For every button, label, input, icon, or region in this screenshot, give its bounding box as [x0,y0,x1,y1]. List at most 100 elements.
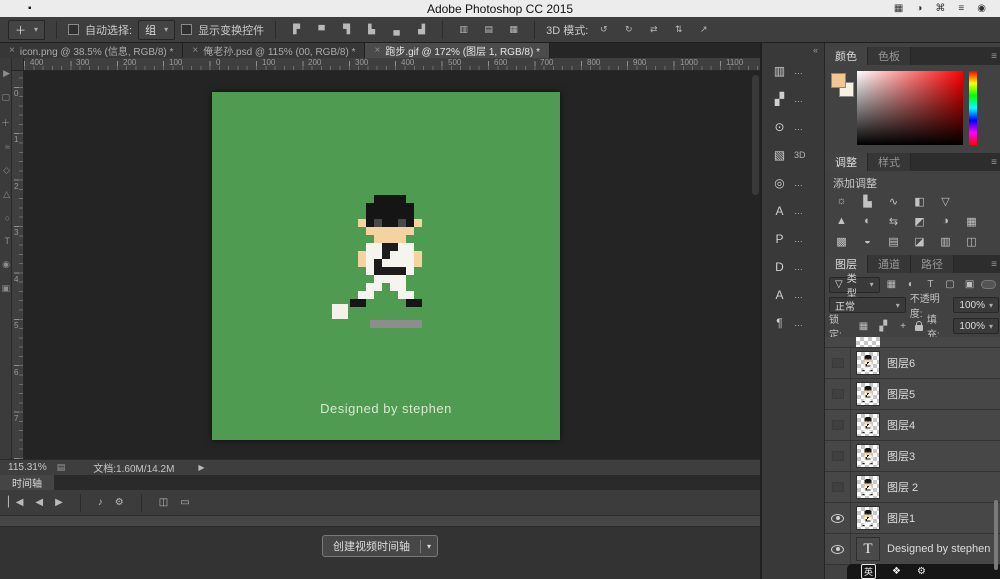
dock-panel-button-clone-source[interactable]: ⊙… [762,113,824,141]
dock-panel-button-d[interactable]: D… [762,253,824,281]
levels-icon[interactable]: ▙ [859,193,876,209]
layer-thumbnail[interactable] [856,413,880,437]
dock-panel-button-paragraph-styles[interactable]: ¶… [762,309,824,337]
tab-channels[interactable]: 通道 [868,255,911,273]
tool-icon[interactable]: T [5,236,11,246]
brightness-contrast-icon[interactable]: ☼ [833,193,850,209]
hue-slider[interactable] [969,71,977,145]
layer-thumbnail[interactable] [856,351,880,375]
layer-name[interactable]: 图层4 [887,417,915,433]
layer-row[interactable]: 图层4 [825,410,1000,441]
adjustment-icon[interactable]: ▽ [937,193,954,209]
3d-slide-icon[interactable]: ⇅ [669,21,688,38]
toolbar-strip-clipped[interactable]: ▶ ▢ ＋ ≈ ◇ △ ○ T ◉ ▣ [0,58,12,459]
lock-image-pixels-icon[interactable]: ▞ [875,319,891,334]
tool-icon[interactable]: △ [3,189,10,200]
canvas-scrollbar[interactable] [752,75,759,195]
menubar-extra-icon[interactable]: ▦ [894,3,903,14]
menubar-extra-icon[interactable]: ◑ [916,3,922,14]
show-transform-checkbox[interactable] [181,24,192,35]
distribute-center-button[interactable]: ▤ [479,21,498,38]
filter-toggle-switch[interactable] [981,280,996,289]
ruler-corner[interactable] [12,58,24,71]
dock-panel-button-character-styles[interactable]: A… [762,281,824,309]
layer-name[interactable]: 图层3 [887,448,915,464]
timeline-tab[interactable]: 时间轴 [0,475,54,490]
lock-position-icon[interactable]: + [895,319,911,334]
align-top-button[interactable]: ▙ [362,21,381,38]
panel-menu-icon[interactable]: ≡ [991,47,997,65]
transition-icon[interactable]: ▭ [180,497,189,508]
visibility-toggle[interactable] [825,472,851,502]
distribute-right-button[interactable]: ▦ [504,21,523,38]
lock-transparent-pixels-icon[interactable]: ▦ [856,319,872,334]
3d-scale-icon[interactable]: ↗ [694,21,713,38]
exposure-icon[interactable]: ◧ [911,193,928,209]
3d-drag-icon[interactable]: ⇄ [644,21,663,38]
photo-filter-icon[interactable]: ◑ [937,213,954,229]
posterize-icon[interactable]: ▤ [885,233,902,249]
align-middle-v-button[interactable]: ▄ [387,21,406,38]
auto-select-checkbox[interactable] [68,24,79,35]
tool-icon[interactable]: ≈ [5,142,10,152]
previous-frame-icon[interactable]: ◀ [35,497,43,508]
tool-icon[interactable]: ▢ [1,92,10,103]
document-tab[interactable]: × 俺老孙.psd @ 115% (00, RGB/8) * [183,43,365,58]
layer-name[interactable]: Designed by stephen [887,543,990,555]
zoom-level[interactable]: 115.31% [8,462,47,473]
tool-icon[interactable]: ＋ [1,116,10,129]
tab-swatches[interactable]: 色板 [868,47,911,65]
timeline-settings-gear-icon[interactable]: ⚙ [115,497,124,508]
create-video-timeline-button[interactable]: 创建视频时间轴 ▾ [322,535,438,557]
visibility-toggle[interactable] [825,503,851,533]
visibility-toggle[interactable] [825,410,851,440]
input-paw-icon[interactable]: ❖ [892,566,901,577]
close-icon[interactable]: × [374,45,380,56]
align-left-button[interactable]: ▛ [287,21,306,38]
play-icon[interactable]: ▶ [55,497,63,508]
menubar-extra-icon[interactable]: ⌘ [935,3,945,14]
layer-filter-dropdown[interactable]: ▽ 类型 ▾ [829,277,880,293]
canvas-viewport[interactable]: Designed by stephen [24,71,760,459]
layer-thumbnail[interactable] [856,475,880,499]
auto-select-dropdown[interactable]: 组 ▾ [138,20,175,40]
tool-icon[interactable]: ○ [5,213,10,223]
tab-color[interactable]: 颜色 [825,47,868,65]
visibility-toggle[interactable] [825,441,851,471]
text-layer-thumbnail[interactable]: T [856,537,880,561]
dock-panel-button-brush[interactable]: ▞… [762,85,824,113]
input-language-icon[interactable]: 英 [861,564,876,579]
color-balance-icon[interactable]: ⇆ [885,213,902,229]
visibility-toggle[interactable] [825,348,851,378]
background-color-swatch[interactable] [831,73,846,88]
hue-saturation-icon[interactable]: ◐ [859,213,876,229]
first-frame-icon[interactable]: ▏◀ [8,497,23,508]
tool-preset-picker[interactable]: ＋ ▾ [8,20,45,40]
tool-icon[interactable]: ▣ [1,283,10,294]
channel-mixer-icon[interactable]: ▦ [963,213,980,229]
tool-icon[interactable]: ◇ [3,165,10,176]
tab-paths[interactable]: 路径 [911,255,954,273]
fill-input[interactable]: 100% ▾ [953,318,999,334]
visibility-toggle[interactable] [825,534,851,564]
vibrance-icon[interactable]: ▲ [833,213,850,229]
dock-panel-button-properties[interactable]: P… [762,225,824,253]
layer-name[interactable]: 图层6 [887,355,915,371]
align-bottom-button[interactable]: ▟ [412,21,431,38]
3d-rotate-icon[interactable]: ↺ [594,21,613,38]
close-icon[interactable]: × [192,45,198,56]
menubar-extra-icon[interactable]: ≡ [958,3,964,14]
panel-menu-icon[interactable]: ≡ [991,153,997,171]
panel-scrollbar[interactable] [994,500,998,570]
lock-all-icon[interactable] [915,325,923,331]
layer-row[interactable]: 图层6 [825,348,1000,379]
menubar-extra-icon[interactable]: ◉ [977,3,986,14]
split-clip-icon[interactable]: ◫ [159,497,168,508]
status-menu-arrow-icon[interactable]: ▶ [198,463,204,472]
layer-row[interactable]: 图层5 [825,379,1000,410]
layer-row[interactable]: 图层 2 [825,472,1000,503]
visibility-toggle[interactable] [825,379,851,409]
tool-icon[interactable]: ◉ [2,259,10,270]
selective-color-icon[interactable]: ◫ [963,233,980,249]
filter-pixel-layers-icon[interactable]: ▦ [884,277,900,292]
